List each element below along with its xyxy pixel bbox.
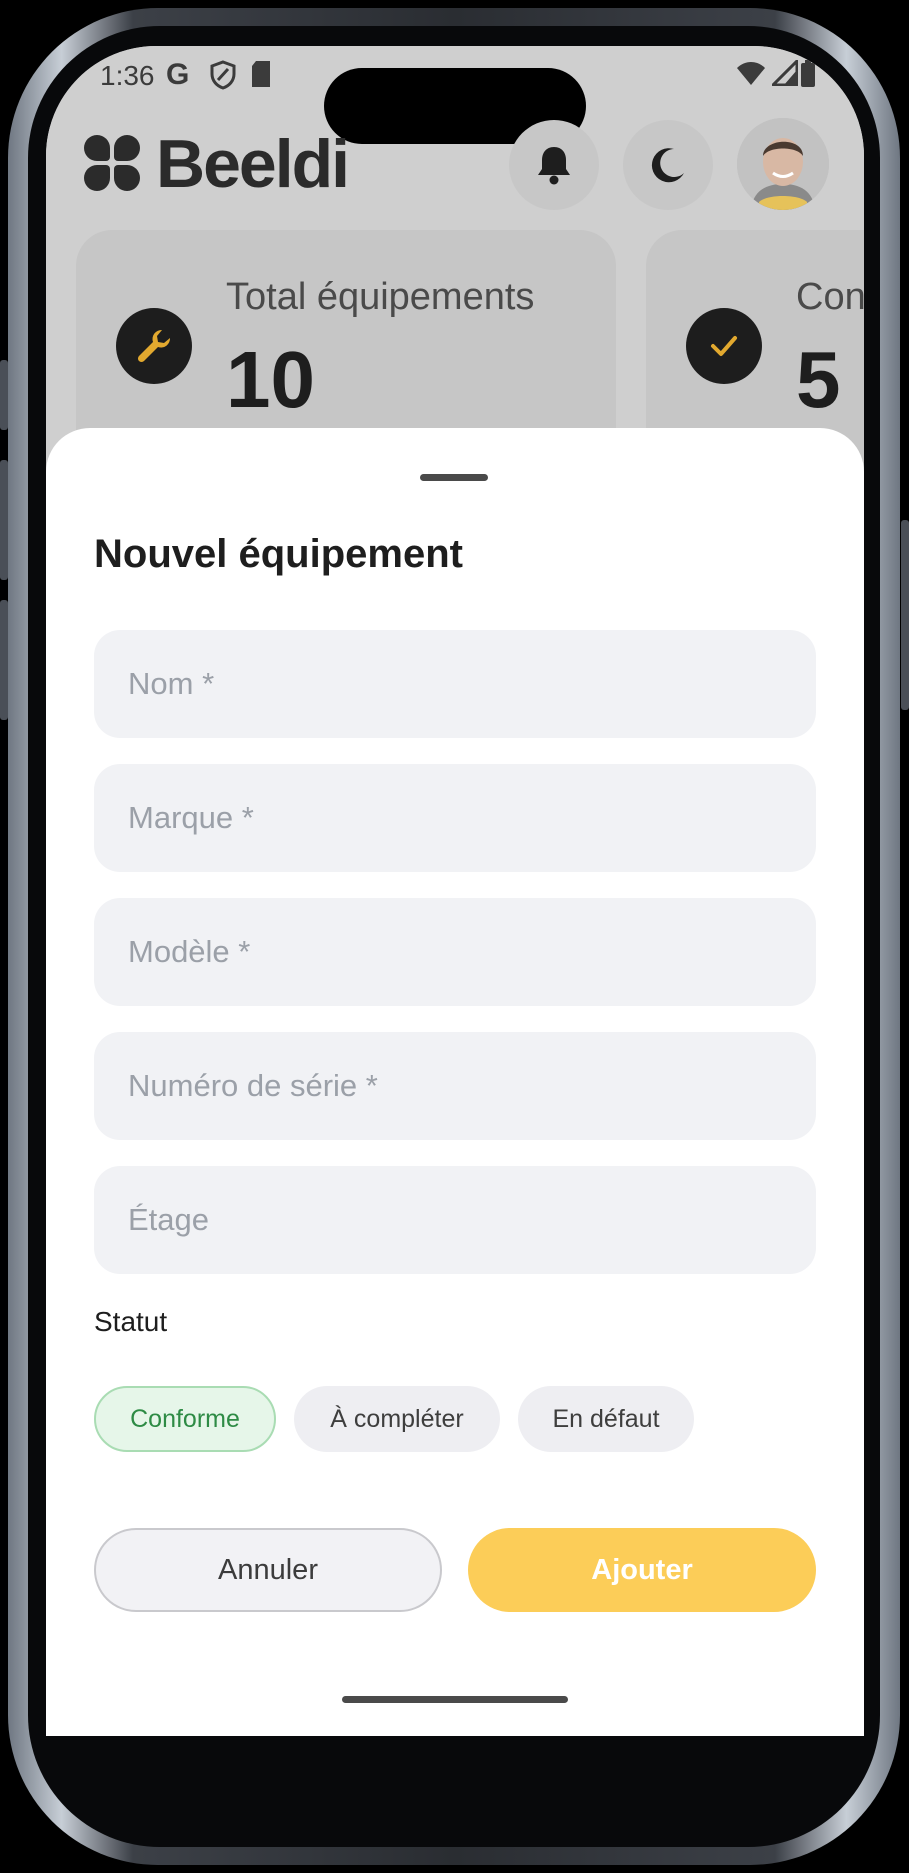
- check-icon: [686, 308, 762, 384]
- serial-number-field[interactable]: Numéro de série *: [94, 1032, 816, 1140]
- home-indicator[interactable]: [342, 1696, 568, 1703]
- stat-value: 10: [226, 335, 315, 424]
- wrench-icon: [116, 308, 192, 384]
- brand-field[interactable]: Marque *: [94, 764, 816, 872]
- status-time: 1:36: [100, 60, 155, 91]
- screen: 1:36 G Beeldi Total équipements 10 Con 5…: [46, 46, 864, 1736]
- sheet-drag-handle[interactable]: [420, 474, 488, 481]
- signal-icon: [769, 57, 799, 93]
- google-icon: G: [166, 58, 190, 91]
- phone-volume-up: [0, 460, 8, 580]
- cancel-button[interactable]: Annuler: [94, 1528, 442, 1612]
- phone-power-button: [901, 520, 909, 710]
- shield-icon: [210, 60, 236, 97]
- notifications-button[interactable]: [509, 120, 599, 210]
- logo-text: Beeldi: [156, 126, 350, 202]
- stat-label: Total équipements: [226, 276, 535, 318]
- theme-toggle-button[interactable]: [623, 120, 713, 210]
- phone-side-button: [0, 360, 8, 430]
- name-field[interactable]: Nom *: [94, 630, 816, 738]
- phone-volume-down: [0, 600, 8, 720]
- add-button[interactable]: Ajouter: [468, 1528, 816, 1612]
- battery-icon: [800, 60, 816, 95]
- status-chip-conforme[interactable]: Conforme: [94, 1386, 276, 1452]
- sd-card-icon: [250, 60, 272, 95]
- stat-label: Con: [796, 276, 864, 318]
- avatar-photo: [737, 118, 829, 210]
- status-chip-a-completer[interactable]: À compléter: [294, 1386, 500, 1452]
- status-chip-en-defaut[interactable]: En défaut: [518, 1386, 694, 1452]
- new-equipment-sheet: Nouvel équipement Nom * Marque * Modèle …: [46, 428, 864, 1736]
- logo-mark-icon: [84, 135, 142, 193]
- floor-field[interactable]: Étage: [94, 1166, 816, 1274]
- wifi-icon: [736, 60, 766, 93]
- moon-icon: [651, 148, 684, 183]
- app-logo: Beeldi: [84, 124, 350, 204]
- model-field[interactable]: Modèle *: [94, 898, 816, 1006]
- avatar[interactable]: [737, 118, 829, 210]
- stat-value: 5: [796, 335, 841, 424]
- bell-icon: [538, 147, 570, 185]
- status-label: Statut: [94, 1306, 168, 1337]
- sheet-title: Nouvel équipement: [94, 532, 463, 576]
